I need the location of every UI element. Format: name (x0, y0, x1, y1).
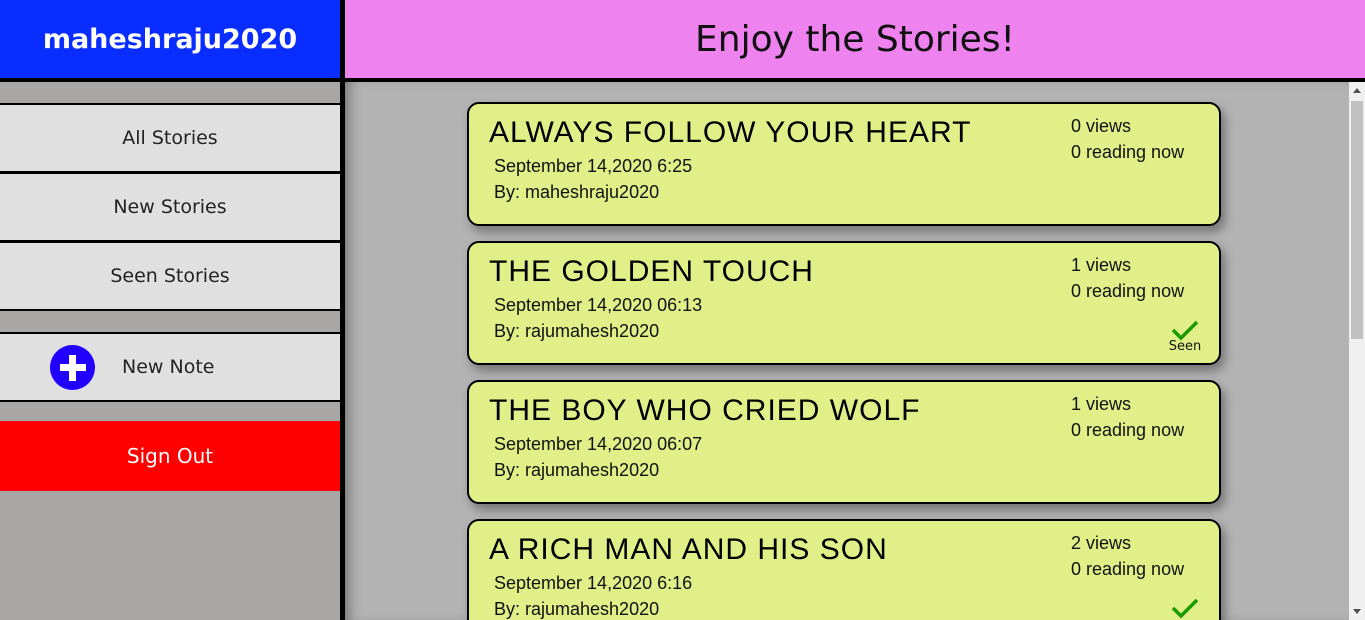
nav-seen-stories-label: Seen Stories (110, 265, 230, 287)
sidebar: maheshraju2020 All Stories New Stories S… (0, 0, 340, 620)
story-views: 0 views (1071, 116, 1132, 136)
scroll-down-arrow-icon[interactable] (1349, 603, 1365, 620)
story-views: 2 views (1071, 533, 1132, 553)
story-date: September 14,2020 06:07 (494, 434, 703, 454)
story-date: September 14,2020 6:16 (494, 573, 693, 593)
nav-seen-stories[interactable]: Seen Stories (0, 241, 340, 311)
scroll-up-arrow-icon[interactable] (1349, 82, 1365, 99)
nav-all-stories-label: All Stories (122, 127, 218, 149)
scrollbar-thumb[interactable] (1351, 101, 1363, 339)
nav-new-stories-label: New Stories (113, 196, 227, 218)
story-date: September 14,2020 6:25 (494, 156, 693, 176)
story-views: 1 views (1071, 255, 1132, 275)
vertical-scrollbar[interactable] (1349, 82, 1365, 620)
story-date: September 14,2020 06:13 (494, 295, 703, 315)
seen-indicator: Seen (1165, 319, 1205, 354)
username: maheshraju2020 (42, 23, 298, 55)
story-author: By: rajumahesh2020 (494, 599, 660, 619)
story-author: By: rajumahesh2020 (494, 460, 660, 480)
story-card[interactable]: A RICH MAN AND HIS SON September 14,2020… (467, 519, 1221, 620)
seen-indicator (1165, 597, 1205, 619)
checkmark-icon (1171, 598, 1199, 619)
page-title: Enjoy the Stories! (695, 18, 1015, 60)
sidebar-divider (340, 0, 345, 620)
page-header: Enjoy the Stories! (345, 0, 1365, 78)
story-reading-now: 0 reading now (1071, 281, 1185, 301)
story-card[interactable]: ALWAYS FOLLOW YOUR HEART September 14,20… (467, 102, 1221, 226)
story-title: THE BOY WHO CRIED WOLF (489, 394, 921, 427)
story-title: A RICH MAN AND HIS SON (489, 533, 888, 566)
story-author: By: rajumahesh2020 (494, 321, 660, 341)
story-title: ALWAYS FOLLOW YOUR HEART (489, 116, 972, 149)
story-reading-now: 0 reading now (1071, 559, 1185, 579)
story-card[interactable]: THE GOLDEN TOUCH September 14,2020 06:13… (467, 241, 1221, 365)
nav-new-stories[interactable]: New Stories (0, 172, 340, 242)
plus-icon[interactable] (50, 345, 95, 390)
sign-out-label: Sign Out (126, 444, 214, 468)
story-card[interactable]: THE BOY WHO CRIED WOLF September 14,2020… (467, 380, 1221, 504)
nav-all-stories[interactable]: All Stories (0, 103, 340, 173)
divider (0, 78, 340, 82)
checkmark-icon (1171, 320, 1199, 341)
story-reading-now: 0 reading now (1071, 142, 1185, 162)
seen-label: Seen (1168, 339, 1202, 354)
story-list: ALWAYS FOLLOW YOUR HEART September 14,20… (345, 82, 1349, 620)
story-title: THE GOLDEN TOUCH (489, 255, 814, 288)
sign-out-button[interactable]: Sign Out (0, 421, 340, 491)
story-reading-now: 0 reading now (1071, 420, 1185, 440)
story-author: By: maheshraju2020 (494, 182, 660, 202)
new-note-button[interactable]: New Note (0, 332, 340, 402)
new-note-label: New Note (122, 356, 215, 378)
story-views: 1 views (1071, 394, 1132, 414)
username-banner: maheshraju2020 (0, 0, 340, 78)
